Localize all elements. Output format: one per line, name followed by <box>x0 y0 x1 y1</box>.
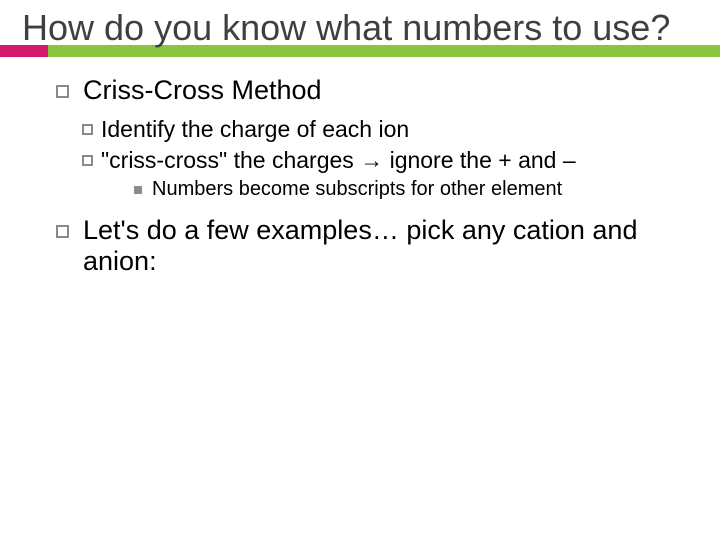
open-square-bullet-icon <box>82 155 93 166</box>
open-square-bullet-icon <box>56 85 69 98</box>
bullet-level1: Let's do a few examples… pick any cation… <box>56 215 680 277</box>
text-fragment: "criss-cross" the charges <box>101 147 360 173</box>
bullet-text: Criss-Cross Method <box>83 75 680 106</box>
text-fragment: ignore the + and – <box>383 147 575 173</box>
right-arrow-icon: → <box>360 147 383 173</box>
bullet-text: Identify the charge of each ion <box>101 116 680 143</box>
open-square-bullet-icon <box>56 225 69 238</box>
slide-title: How do you know what numbers to use? <box>0 8 720 48</box>
bullet-level2: Identify the charge of each ion <box>82 116 680 143</box>
slide: How do you know what numbers to use? Cri… <box>0 0 720 540</box>
bullet-text: Numbers become subscripts for other elem… <box>152 178 680 201</box>
bullet-text: "criss-cross" the charges → ignore the +… <box>101 147 680 174</box>
bullet-level1: Criss-Cross Method <box>56 75 680 106</box>
bullet-level3: Numbers become subscripts for other elem… <box>134 178 680 201</box>
bullet-level2: "criss-cross" the charges → ignore the +… <box>82 147 680 174</box>
content-area: Criss-Cross Method Identify the charge o… <box>0 57 720 277</box>
open-square-bullet-icon <box>82 124 93 135</box>
bullet-text: Let's do a few examples… pick any cation… <box>83 215 680 277</box>
filled-square-bullet-icon <box>134 186 142 194</box>
